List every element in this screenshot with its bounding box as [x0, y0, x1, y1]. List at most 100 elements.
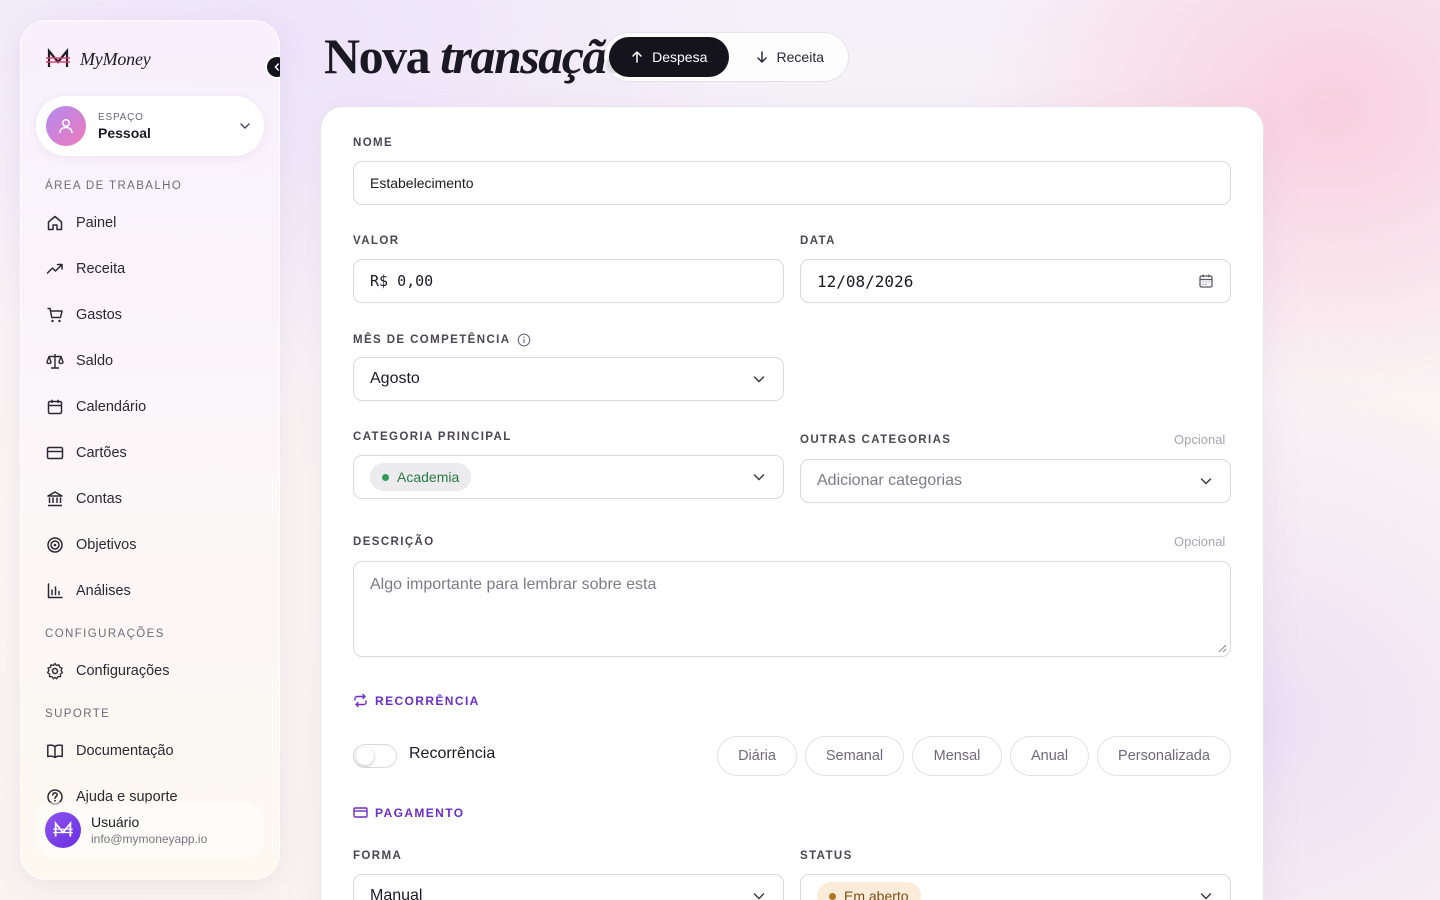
category-chip[interactable]: Academia — [370, 463, 472, 491]
sidebar-item-painel[interactable]: Painel — [46, 214, 116, 232]
sidebar-item-label: Análises — [76, 583, 131, 599]
sidebar-item-contas[interactable]: Contas — [46, 490, 122, 508]
book-icon — [47, 744, 63, 759]
sidebar-item-analises[interactable]: Análises — [46, 582, 131, 600]
sidebar-item-configuracoes[interactable]: Configurações — [46, 662, 170, 680]
other-categories-optional: Opcional — [1174, 432, 1226, 447]
sidebar-item-calendario[interactable]: Calendário — [46, 398, 146, 416]
chevron-left-icon — [274, 63, 280, 71]
recurrence-section-header: RECORRÊNCIA — [353, 693, 480, 708]
payment-status-select[interactable]: Em aberto — [800, 874, 1231, 900]
description-optional: Opcional — [1174, 534, 1226, 549]
chevron-down-icon — [753, 376, 765, 383]
calendar-icon[interactable] — [1198, 273, 1214, 289]
recurrence-toggle-label: Recorrência — [409, 745, 496, 762]
chevron-down-icon — [753, 474, 765, 481]
payment-method-label: FORMA — [353, 850, 403, 862]
sidebar-item-label: Calendário — [76, 399, 147, 415]
sidebar-item-gastos[interactable]: Gastos — [46, 306, 122, 324]
other-categories-placeholder: Adicionar categorias — [817, 472, 962, 489]
sidebar-item-receita[interactable]: Receita — [46, 260, 125, 278]
expense-label: Despesa — [652, 49, 708, 65]
space-value: Pessoal — [98, 124, 151, 141]
bank-icon — [47, 491, 63, 507]
description-textarea[interactable]: Algo importante para lembrar sobre esta — [353, 561, 1231, 657]
collapse-sidebar-button[interactable] — [267, 57, 280, 77]
status-dot — [829, 892, 836, 900]
date-label: DATA — [800, 235, 836, 247]
m-strikethrough-logo-icon — [46, 48, 70, 67]
income-toggle-button[interactable]: Receita — [735, 37, 844, 77]
credit-card-icon — [353, 807, 368, 818]
user-avatar — [45, 812, 81, 848]
sidebar-item-saldo[interactable]: Saldo — [46, 352, 113, 370]
sidebar-item-documentacao[interactable]: Documentação — [46, 742, 174, 760]
recurrence-toggle[interactable] — [353, 744, 397, 768]
sidebar-item-label: Receita — [76, 261, 126, 277]
payment-section-title: PAGAMENTO — [375, 805, 465, 820]
frequency-weekly-button[interactable]: Semanal — [805, 736, 904, 776]
repeat-icon — [354, 693, 367, 708]
user-name: Usuário — [91, 814, 140, 830]
sidebar-item-label: Documentação — [76, 743, 174, 759]
frequency-custom-button[interactable]: Personalizada — [1097, 736, 1231, 776]
main-category-label: CATEGORIA PRINCIPAL — [353, 431, 512, 443]
bar-chart-icon — [47, 583, 63, 599]
sidebar-item-objetivos[interactable]: Objetivos — [46, 536, 136, 554]
description-placeholder: Algo importante para lembrar sobre esta — [370, 576, 657, 593]
space-selector[interactable]: ESPAÇO Pessoal — [36, 96, 264, 156]
payment-method-select[interactable]: Manual — [353, 874, 784, 900]
frequency-monthly-button[interactable]: Mensal — [912, 736, 1002, 776]
chevron-down-icon — [1200, 893, 1212, 900]
recurrence-section-title: RECORRÊNCIA — [375, 693, 480, 708]
arrow-up-icon — [632, 51, 642, 63]
main-category-select[interactable]: Academia — [353, 455, 784, 499]
status-chip[interactable]: Em aberto — [817, 882, 921, 900]
user-text: Usuário info@mymoneyapp.io — [91, 814, 207, 846]
section-label-support: SUPORTE — [45, 708, 111, 720]
sidebar: MyMoney ESPAÇO Pessoal ÁREA DE TRABALHO … — [20, 20, 280, 880]
value-input[interactable]: R$ 0,00 — [353, 259, 784, 303]
value-value: R$ 0,00 — [370, 272, 434, 290]
arrow-down-icon — [756, 51, 767, 63]
transaction-type-toggle: Despesa Receita — [604, 32, 849, 82]
payment-status-value-wrap: Em aberto — [817, 882, 1198, 900]
other-categories-select[interactable]: Adicionar categorias — [800, 459, 1231, 503]
date-input[interactable]: 12/08/2026 — [800, 259, 1231, 303]
chevron-down-icon — [753, 893, 765, 900]
payment-status-label: STATUS — [800, 850, 853, 862]
scale-icon — [46, 354, 64, 369]
home-icon — [47, 215, 63, 231]
brand[interactable]: MyMoney — [46, 48, 151, 70]
name-label: NOME — [353, 137, 394, 149]
competence-select[interactable]: Agosto — [353, 357, 784, 401]
date-value: 12/08/2026 — [817, 271, 914, 291]
credit-card-icon — [46, 446, 64, 460]
competence-value: Agosto — [370, 370, 420, 387]
sidebar-item-label: Gastos — [76, 307, 122, 323]
cart-icon — [47, 307, 63, 323]
target-icon — [47, 537, 63, 553]
competence-label: MÊS DE COMPETÊNCIA — [353, 334, 511, 346]
resize-grip-icon[interactable] — [1218, 644, 1227, 653]
sidebar-item-label: Objetivos — [76, 537, 137, 553]
sidebar-item-label: Contas — [76, 491, 122, 507]
frequency-daily-button[interactable]: Diária — [717, 736, 797, 776]
frequency-yearly-button[interactable]: Anual — [1010, 736, 1089, 776]
info-icon[interactable] — [517, 333, 531, 347]
page-title-regular: Nova — [324, 28, 431, 84]
chevron-down-icon — [1200, 478, 1212, 485]
gear-icon — [46, 662, 64, 680]
user-card[interactable]: Usuário info@mymoneyapp.io — [36, 802, 264, 858]
value-label: VALOR — [353, 235, 400, 247]
name-input[interactable]: Estabelecimento — [353, 161, 1231, 205]
expense-toggle-button[interactable]: Despesa — [609, 37, 729, 77]
toggle-knob — [356, 747, 374, 765]
m-strikethrough-logo-icon — [53, 821, 73, 837]
status-chip-label: Em aberto — [844, 888, 909, 900]
competence-label-row: MÊS DE COMPETÊNCIA — [353, 333, 531, 347]
section-label-workspace: ÁREA DE TRABALHO — [45, 180, 183, 192]
main-category-value-wrap: Academia — [370, 463, 751, 491]
brand-name: MyMoney — [80, 48, 151, 69]
sidebar-item-cartoes[interactable]: Cartões — [46, 444, 127, 462]
